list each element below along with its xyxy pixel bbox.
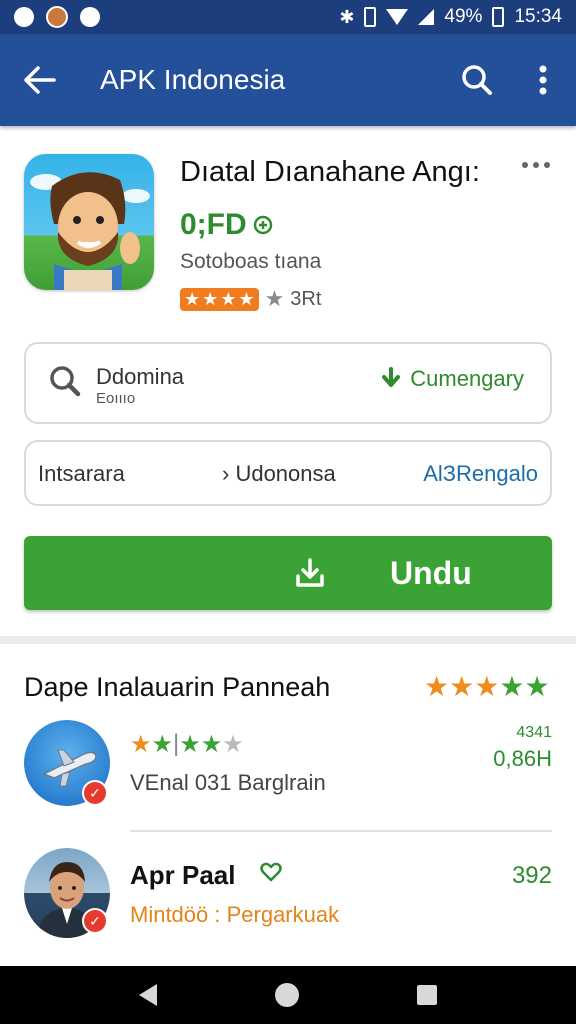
circle-icon xyxy=(80,7,100,27)
item-count: 392 xyxy=(511,862,552,889)
info-right-link[interactable]: AlЗRengalo xyxy=(423,461,538,487)
avatar-icon xyxy=(46,6,68,28)
empty-star-icon: ★ xyxy=(222,731,244,758)
download-label: Undu xyxy=(390,555,472,591)
status-bar: ✱ 49% 15:34 xyxy=(0,0,576,34)
nav-recents-button[interactable] xyxy=(417,985,437,1005)
card-search-icon-wrap xyxy=(48,364,82,403)
download-icon xyxy=(296,558,324,587)
category-label: Cumengary xyxy=(410,366,524,391)
price-badge-icon xyxy=(253,215,272,235)
nav-back-button[interactable] xyxy=(139,984,157,1006)
navigation-bar xyxy=(0,966,576,1024)
star-icon: ★ xyxy=(202,288,219,309)
app-title: APK Indonesia xyxy=(100,64,286,95)
battery-icon xyxy=(492,7,505,27)
star-icon: ★ xyxy=(151,731,174,758)
notification-icon xyxy=(14,7,34,27)
chevron-right-icon: › xyxy=(222,461,230,486)
list-divider xyxy=(130,830,552,832)
rating-stars: ★ ★ ★ ★ xyxy=(180,287,259,311)
badge-icon: ✓ xyxy=(82,780,108,806)
overflow-menu-button[interactable] xyxy=(510,34,576,126)
list-item[interactable]: ✓ Apr Paal 392 Mintdöö : Pergarkuak xyxy=(0,840,576,958)
star-icon: ★ xyxy=(238,288,255,309)
favorite-button[interactable] xyxy=(260,862,282,887)
search-button[interactable] xyxy=(444,34,510,126)
search-icon xyxy=(50,366,81,397)
back-arrow-icon xyxy=(24,66,56,94)
character-illustration xyxy=(30,172,150,290)
star-icon: ★ xyxy=(130,731,152,758)
vibrate-icon xyxy=(364,7,377,27)
status-left xyxy=(14,6,100,28)
signal-icon xyxy=(418,9,435,25)
nav-home-button[interactable] xyxy=(275,983,299,1007)
bluetooth-icon: ✱ xyxy=(339,7,355,27)
info-left: Intsarara xyxy=(38,461,125,486)
search-icon xyxy=(462,65,492,95)
clock: 15:34 xyxy=(514,6,562,27)
item-text: VEnal 031 Barglrain xyxy=(130,770,326,795)
back-button[interactable] xyxy=(0,34,80,126)
info-middle-label: Udononsa xyxy=(235,461,336,486)
app-header: Dıatal Dıanahane Angı: 0;FD Sotoboas tıa… xyxy=(0,126,576,336)
star-icon: ★ xyxy=(179,731,201,758)
app-bar: APK Indonesia xyxy=(0,34,576,126)
item-name: Apr Paal xyxy=(130,860,236,890)
star-icon: ★ xyxy=(449,671,475,702)
more-options-button[interactable] xyxy=(512,150,560,180)
battery-percent: 49% xyxy=(444,6,483,27)
search-card-subtitle: Eoıııo xyxy=(96,390,136,407)
category-link[interactable]: Cumengary xyxy=(380,366,524,392)
star-icon: ★ xyxy=(184,288,201,309)
section-title: Dape Inalauarin Panneah xyxy=(24,672,331,702)
download-icon-wrap xyxy=(294,558,326,591)
overflow-menu-icon xyxy=(539,65,547,95)
section-divider xyxy=(0,636,576,644)
price-text: 0;FD xyxy=(180,208,247,241)
star-icon: ★ xyxy=(474,671,500,702)
status-right: ✱ 49% 15:34 xyxy=(339,6,562,28)
info-card[interactable]: Intsarara › Udononsa AlЗRengalo xyxy=(24,440,552,506)
list-item[interactable]: ✓ ★ ★ | ★ ★ ★ 4341 0,86H VEnal 031 Bargl… xyxy=(0,712,576,830)
app-bar-actions xyxy=(444,34,576,126)
search-card[interactable]: Ddomina Eoıııo Cumengary xyxy=(24,342,552,424)
empty-star-icon: ★ xyxy=(264,286,285,311)
price: 0;FD xyxy=(180,208,273,242)
rating-count: 3Rt xyxy=(290,287,322,310)
star-icon: ★ xyxy=(524,671,550,702)
developer-name[interactable]: Sotoboas tıana xyxy=(180,250,321,274)
app-name: Dıatal Dıanahane Angı: xyxy=(180,156,480,188)
item-meta-top: 4341 xyxy=(516,724,552,741)
wifi-icon xyxy=(386,9,409,25)
download-arrow-icon xyxy=(382,367,401,387)
item-stars: ★ ★ | ★ ★ ★ xyxy=(130,730,244,759)
item-meta-bottom: 0,86H xyxy=(493,746,552,771)
app-icon xyxy=(24,154,154,290)
star-icon: ★ xyxy=(424,671,450,702)
more-horizontal-icon xyxy=(522,162,550,168)
section-stars: ★ ★ ★ ★ ★ xyxy=(424,670,550,703)
badge-icon: ✓ xyxy=(82,908,108,934)
rating-row: ★ ★ ★ ★ ★ 3Rt xyxy=(180,286,321,312)
star-icon: ★ xyxy=(499,671,525,702)
item-subtitle: Mintdöö : Pergarkuak xyxy=(130,902,340,927)
star-icon: ★ xyxy=(220,288,237,309)
search-card-title: Ddomina xyxy=(96,364,185,389)
info-middle[interactable]: › Udononsa xyxy=(222,461,336,487)
star-icon: ★ xyxy=(200,731,223,758)
download-button[interactable]: Undu xyxy=(24,536,552,610)
heart-icon xyxy=(260,862,282,882)
